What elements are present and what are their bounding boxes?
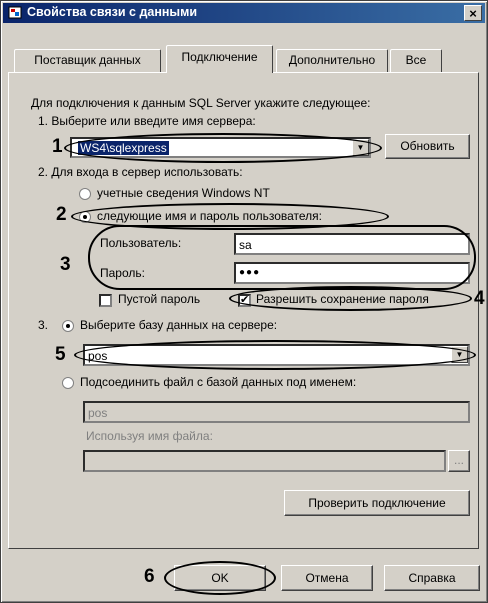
window-title: Свойства связи с данными — [27, 5, 198, 19]
callout-number-2: 2 — [56, 204, 67, 225]
callout-number-1: 1 — [52, 136, 63, 157]
ok-button[interactable]: OK — [174, 565, 266, 591]
tab-advanced[interactable]: Дополнительно — [276, 49, 388, 72]
callout-number-5: 5 — [55, 344, 66, 365]
data-link-icon — [8, 6, 22, 19]
callout-number-6: 6 — [144, 566, 155, 587]
tab-provider[interactable]: Поставщик данных — [14, 49, 161, 72]
close-button[interactable]: × — [464, 5, 482, 21]
cancel-button[interactable]: Отмена — [281, 565, 373, 591]
callout-number-4: 4 — [474, 288, 485, 309]
connection-panel — [8, 72, 479, 549]
callout-number-3: 3 — [60, 254, 71, 275]
active-tab-joint — [168, 71, 272, 74]
help-button[interactable]: Справка — [384, 565, 480, 591]
tab-connection[interactable]: Подключение — [166, 45, 273, 73]
title-bar[interactable]: Свойства связи с данными × — [3, 3, 485, 23]
tab-all[interactable]: Все — [390, 49, 442, 72]
